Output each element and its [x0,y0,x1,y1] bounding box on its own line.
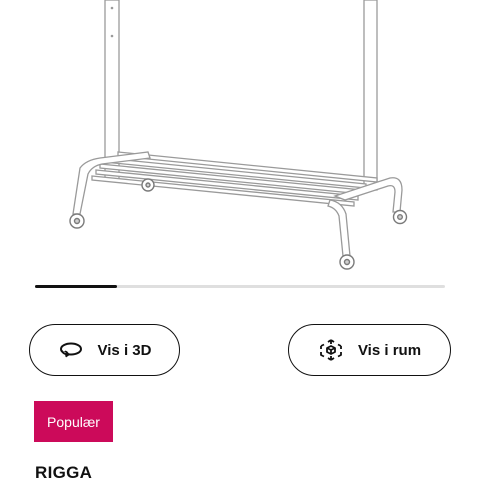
product-name: RIGGA [35,463,93,480]
product-image[interactable] [0,0,480,280]
image-carousel-progress [35,285,445,288]
carousel-progress-fill [35,285,117,288]
ar-cube-icon [318,337,344,363]
popular-badge: Populær [34,401,113,442]
view-in-room-button[interactable]: Vis i rum [288,324,451,376]
product-page: Vis i 3D Vis i rum Populær RIGGA [0,0,480,480]
popular-badge-label: Populær [47,413,100,430]
view-3d-button[interactable]: Vis i 3D [29,324,180,376]
rotate-3d-icon [58,337,84,363]
view-in-room-label: Vis i rum [357,341,422,359]
view-3d-label: Vis i 3D [97,341,152,359]
